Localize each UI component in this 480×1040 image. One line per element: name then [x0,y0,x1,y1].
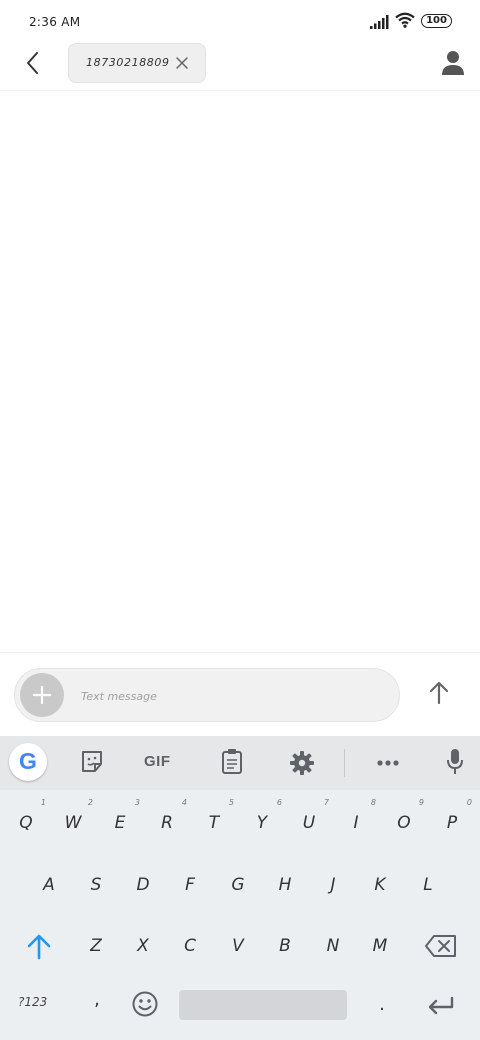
key-i[interactable]: 8I [334,796,378,848]
space-key[interactable] [179,990,347,1020]
key-w[interactable]: 2W [51,796,95,848]
key-v[interactable]: V [216,919,260,971]
key-q[interactable]: 1Q [4,796,48,848]
compose-bar [0,652,480,736]
close-icon[interactable] [175,56,189,70]
key-a[interactable]: A [27,858,71,910]
battery-icon: 100 [421,14,452,28]
message-input[interactable] [81,686,381,706]
key-j[interactable]: J [311,858,355,910]
status-time: 2:36 AM [29,15,81,29]
keyboard: G GIF 1 Q 2 W 3 E 4 R 5 T 6 Y 7 U 8 I 9 … [0,736,480,1040]
emoji-icon[interactable] [131,990,159,1018]
battery-level: 100 [426,15,447,26]
key-t[interactable]: 5T [192,796,236,848]
google-icon[interactable]: G [9,743,47,781]
comma-key[interactable]: , [90,989,104,1010]
status-bar: 2:36 AM 100 [0,0,480,40]
key-o[interactable]: 9O [382,796,426,848]
attach-button[interactable] [20,673,64,717]
arrow-up-icon[interactable] [426,680,452,706]
person-icon[interactable] [441,50,465,76]
compose-field [14,668,400,722]
enter-icon[interactable] [426,995,456,1017]
key-y[interactable]: 6Y [240,796,284,848]
mic-icon[interactable] [446,748,464,776]
signal-icon [370,15,389,29]
shift-icon[interactable] [24,931,54,961]
message-list [0,92,480,652]
key-e[interactable]: 3E [98,796,142,848]
recipient-number: 18730218809 [86,56,170,69]
wifi-icon [395,12,415,28]
gear-icon[interactable] [290,751,314,775]
key-h[interactable]: H [263,858,307,910]
toolbar-divider [344,749,345,777]
plus-icon [32,685,52,705]
key-k[interactable]: K [358,858,402,910]
key-b[interactable]: B [263,919,307,971]
more-icon[interactable] [376,759,400,767]
google-label: G [19,748,37,774]
conversation-header: 18730218809 [0,40,480,91]
key-p[interactable]: 0P [430,796,474,848]
key-x[interactable]: X [121,919,165,971]
key-l[interactable]: L [406,858,450,910]
keyboard-toolbar: G GIF [0,736,480,790]
sticker-icon[interactable] [80,749,104,775]
key-f[interactable]: F [168,858,212,910]
key-m[interactable]: M [358,919,402,971]
clipboard-icon[interactable] [221,748,243,774]
key-c[interactable]: C [168,919,212,971]
symbols-key[interactable]: ?123 [18,995,47,1009]
key-u[interactable]: 7U [287,796,331,848]
backspace-icon[interactable] [424,933,458,959]
key-n[interactable]: N [311,919,355,971]
chevron-left-icon[interactable] [22,48,46,78]
key-r[interactable]: 4R [145,796,189,848]
gif-button[interactable]: GIF [144,753,171,770]
key-z[interactable]: Z [74,919,118,971]
key-d[interactable]: D [121,858,165,910]
key-g[interactable]: G [216,858,260,910]
period-key[interactable]: . [376,994,388,1015]
recipient-chip[interactable]: 18730218809 [68,43,206,83]
key-s[interactable]: S [74,858,118,910]
